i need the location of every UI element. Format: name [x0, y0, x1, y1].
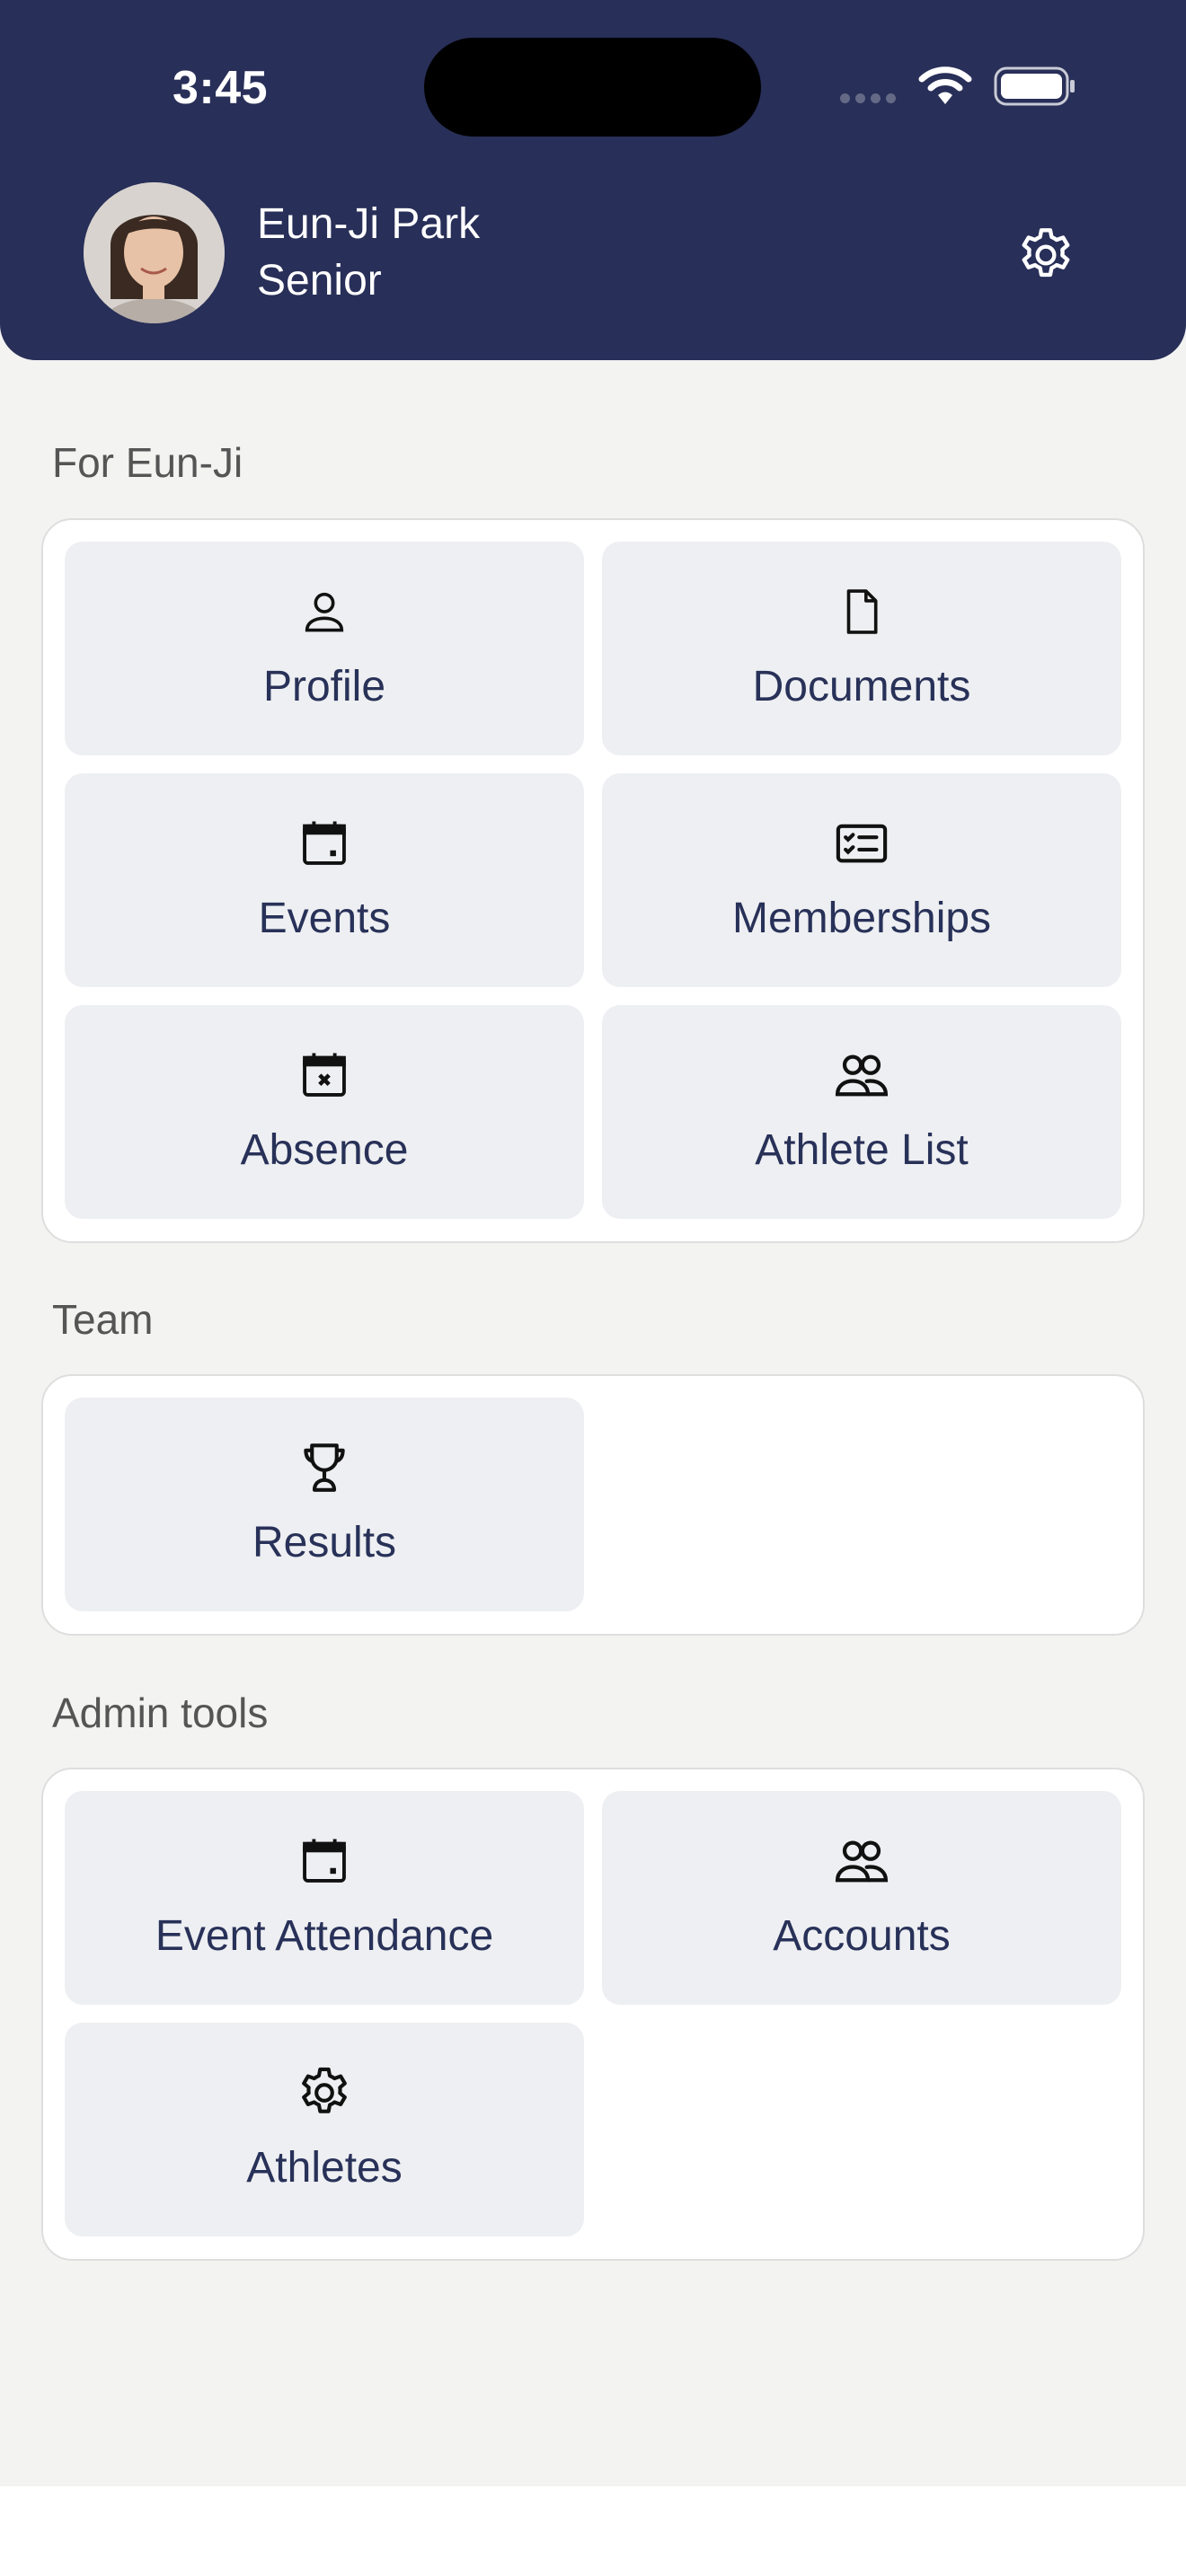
id-card-icon [836, 824, 888, 863]
absence-tile[interactable]: Absence [65, 1005, 584, 1219]
people-icon [835, 1840, 889, 1883]
user-name: Eun-Ji Park [257, 200, 481, 248]
absence-label: Absence [240, 1126, 409, 1174]
battery-icon [994, 66, 1075, 106]
event-attendance-tile[interactable]: Event Attendance [65, 1791, 584, 2005]
documents-label: Documents [752, 663, 971, 710]
gear-icon [302, 2067, 347, 2113]
team-tools-card: Results [41, 1374, 1145, 1636]
gear-icon [1022, 228, 1070, 278]
athlete-list-label: Athlete List [755, 1126, 969, 1174]
memberships-label: Memberships [731, 895, 992, 942]
calendar-x-icon [303, 1053, 346, 1097]
events-label: Events [258, 895, 391, 942]
events-tile[interactable]: Events [65, 773, 584, 987]
bottom-safe-area [0, 2486, 1186, 2576]
dynamic-island [424, 38, 761, 137]
cellular-signal-icon [840, 93, 896, 103]
user-role: Senior [257, 257, 382, 304]
admin-tools-card: Event Attendance Accounts Athletes [41, 1768, 1145, 2261]
results-tile[interactable]: Results [65, 1398, 584, 1611]
section-title-admin: Admin tools [52, 1689, 269, 1736]
profile-tile[interactable]: Profile [65, 542, 584, 755]
accounts-tile[interactable]: Accounts [602, 1791, 1121, 2005]
profile-label: Profile [262, 663, 386, 710]
athlete-list-tile[interactable]: Athlete List [602, 1005, 1121, 1219]
accounts-label: Accounts [773, 1912, 951, 1960]
section-title-personal: For Eun-Ji [52, 439, 243, 486]
people-icon [835, 1054, 889, 1097]
personal-tools-card: Profile Documents Events Memberships Abs… [41, 518, 1145, 1243]
profile-header: 3:45 Eun-Ji Park Senior [0, 0, 1186, 360]
status-time: 3:45 [173, 62, 269, 114]
athletes-label: Athletes [246, 2144, 403, 2192]
wifi-icon [918, 66, 972, 104]
calendar-icon [303, 821, 346, 865]
event-attendance-label: Event Attendance [155, 1912, 494, 1960]
avatar[interactable] [84, 182, 225, 323]
results-label: Results [252, 1519, 397, 1566]
person-icon [305, 592, 344, 632]
memberships-tile[interactable]: Memberships [602, 773, 1121, 987]
settings-button[interactable] [1013, 223, 1078, 287]
documents-tile[interactable]: Documents [602, 542, 1121, 755]
trophy-icon [304, 1443, 345, 1492]
section-title-team: Team [52, 1296, 154, 1343]
document-icon [846, 589, 878, 634]
athletes-tile[interactable]: Athletes [65, 2023, 584, 2236]
calendar-icon [303, 1839, 346, 1883]
